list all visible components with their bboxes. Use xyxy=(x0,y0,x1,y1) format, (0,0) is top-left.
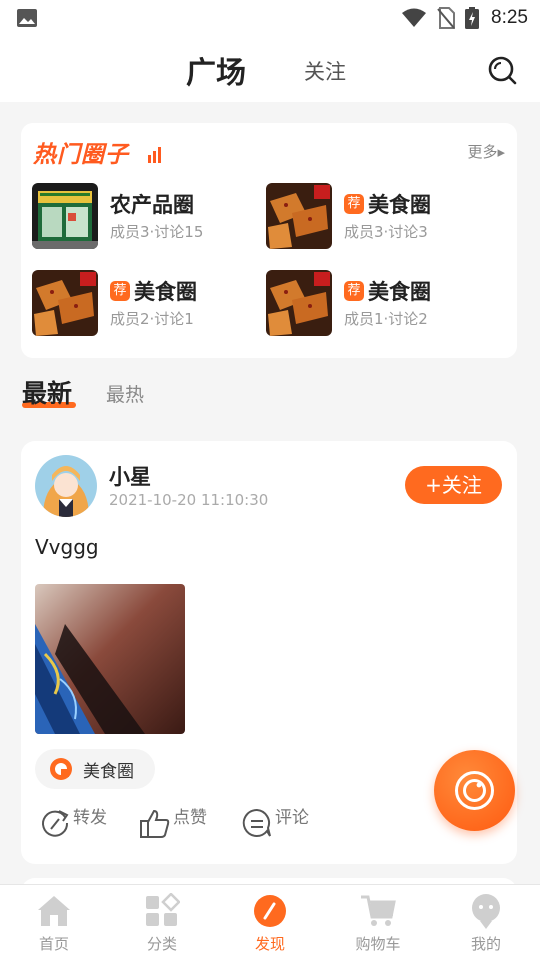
circle-stats: 成员3·讨论15 xyxy=(110,223,204,241)
status-bar: 8:25 xyxy=(0,0,540,36)
top-header: 广场 关注 xyxy=(0,36,540,102)
comment-button[interactable]: 评论 xyxy=(241,803,309,843)
avatar[interactable] xyxy=(35,455,97,517)
cart-icon xyxy=(361,895,396,926)
circle-thumbnail xyxy=(266,183,332,249)
recommended-badge: 荐 xyxy=(344,281,364,301)
tab-following[interactable]: 关注 xyxy=(304,56,346,86)
comment-icon xyxy=(242,808,271,837)
follow-button[interactable]: +关注 xyxy=(405,466,502,504)
wifi-icon xyxy=(402,8,427,27)
floating-post-button[interactable] xyxy=(434,750,515,831)
post-text: Vvggg xyxy=(35,535,99,559)
signal-bars-icon xyxy=(148,147,161,163)
circle-stats: 成员2·讨论1 xyxy=(110,310,194,328)
post-username[interactable]: 小星 xyxy=(109,461,151,491)
circle-stats: 成员3·讨论3 xyxy=(344,223,428,241)
circle-item[interactable]: 荐美食圈 成员2·讨论1 xyxy=(32,270,262,340)
post-circle-tag[interactable]: 美食圈 xyxy=(35,749,155,789)
circle-name: 荐美食圈 xyxy=(344,189,431,219)
clock: 8:25 xyxy=(491,7,528,28)
bottom-nav: 首页 分类 发现 购物车 我的 xyxy=(0,884,540,961)
nav-profile[interactable]: 我的 xyxy=(446,885,526,961)
no-sim-icon xyxy=(437,7,456,29)
nav-category[interactable]: 分类 xyxy=(122,885,202,961)
battery-charging-icon xyxy=(465,7,480,29)
profile-icon xyxy=(472,894,500,929)
recommended-badge: 荐 xyxy=(344,194,364,214)
recommended-badge: 荐 xyxy=(110,281,130,301)
tab-square[interactable]: 广场 xyxy=(186,48,246,92)
search-icon[interactable] xyxy=(486,54,518,86)
like-button[interactable]: 点赞 xyxy=(139,803,207,843)
nav-cart[interactable]: 购物车 xyxy=(338,885,418,961)
circle-thumbnail xyxy=(32,183,98,249)
circle-name: 荐美食圈 xyxy=(344,276,431,306)
nav-discover[interactable]: 发现 xyxy=(230,885,310,961)
circle-item[interactable]: 农产品圈 成员3·讨论15 xyxy=(32,183,262,253)
forward-button[interactable]: 转发 xyxy=(39,803,107,843)
hot-circles-title: 热门圈子 xyxy=(33,142,129,168)
post-timestamp: 2021-10-20 11:10:30 xyxy=(109,491,269,509)
circle-tag-icon xyxy=(50,758,72,780)
category-icon xyxy=(146,893,180,926)
circle-name: 农产品圈 xyxy=(110,193,194,217)
circle-stats: 成员1·讨论2 xyxy=(344,310,428,328)
tab-latest[interactable]: 最新 xyxy=(22,374,72,410)
circle-thumbnail xyxy=(266,270,332,336)
thumbs-up-icon xyxy=(140,809,170,838)
circle-thumbnail xyxy=(32,270,98,336)
post-image[interactable] xyxy=(35,584,185,734)
discover-icon xyxy=(254,895,286,927)
circle-item[interactable]: 荐美食圈 成员3·讨论3 xyxy=(266,183,496,253)
home-icon xyxy=(38,896,70,926)
circle-item[interactable]: 荐美食圈 成员1·讨论2 xyxy=(266,270,496,340)
hot-circles-card: 热门圈子 更多▸ 农产品圈 成员3·讨论15 荐 美食圈 成员3·讨论3 荐 美… xyxy=(21,123,517,358)
image-notification-icon xyxy=(17,9,37,27)
camera-icon xyxy=(455,771,494,810)
forward-icon xyxy=(42,810,69,837)
circle-name: 荐美食圈 xyxy=(110,276,197,306)
more-circles-link[interactable]: 更多▸ xyxy=(467,141,505,162)
tab-hottest[interactable]: 最热 xyxy=(106,380,144,407)
nav-home[interactable]: 首页 xyxy=(14,885,94,961)
